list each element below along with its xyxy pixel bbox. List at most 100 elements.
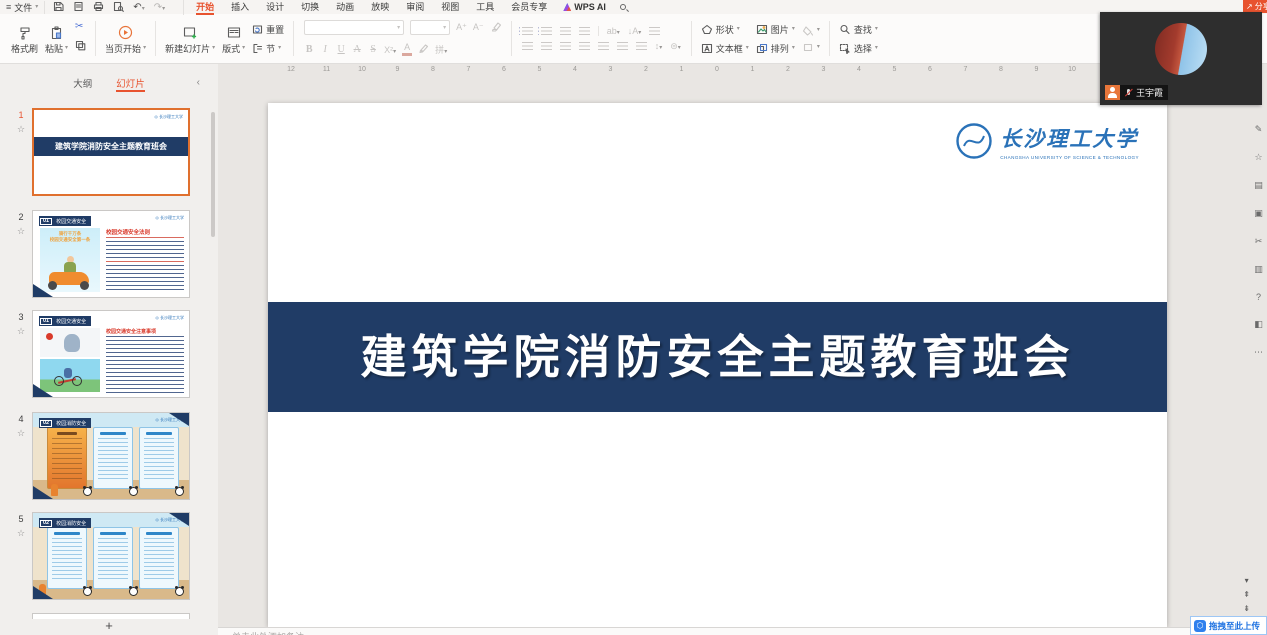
play-from-page-button[interactable]: 当页开始▾ (105, 23, 146, 55)
format-painter-button[interactable]: 格式刷 (11, 23, 38, 55)
align-center-icon[interactable] (541, 42, 552, 50)
tab-home[interactable]: 开始 (196, 0, 214, 15)
tab-design[interactable]: 设计 (266, 0, 284, 15)
font-size-select[interactable] (410, 20, 450, 35)
meeting-video-overlay[interactable]: 王宇霞 (1100, 12, 1262, 105)
menubar: ≡ 文件 ▾ ↶▾ ↷▾ 开始 插入 设计 切换 动画 放映 审阅 视图 工具 … (0, 0, 1267, 14)
tab-animation[interactable]: 动画 (336, 0, 354, 15)
tab-member[interactable]: 会员专享 (511, 0, 547, 15)
paragraph-settings-button[interactable]: ⊜▾ (670, 41, 681, 52)
slide-number: 4 (15, 414, 27, 424)
justify-icon[interactable] (579, 42, 590, 50)
numbered-list-icon[interactable] (541, 27, 552, 35)
layout-button[interactable]: 版式▾ (222, 23, 245, 55)
outdent-icon[interactable] (560, 27, 571, 35)
slide-thumbnail-5[interactable]: 长沙理工大学 02 校园消防安全 (32, 512, 190, 600)
increase-font-button[interactable]: A⁺ (456, 22, 467, 33)
arrange-button[interactable]: 排列▾ (756, 42, 795, 55)
title-banner[interactable]: 建筑学院消防安全主题教育班会 (268, 302, 1167, 412)
pen-panel-icon[interactable]: ✎ (1255, 124, 1263, 135)
animation-star-icon[interactable]: ☆ (15, 326, 27, 337)
phonetic-guide-button[interactable]: 拼▾ (435, 43, 447, 56)
animation-star-icon[interactable]: ☆ (15, 226, 27, 237)
shapes-button[interactable]: 形状▾ (701, 23, 749, 36)
text-direction-button[interactable]: ab▾ (607, 26, 620, 36)
star-panel-icon[interactable]: ☆ (1254, 152, 1262, 163)
export-icon[interactable] (73, 1, 84, 14)
copy-button[interactable] (75, 38, 86, 56)
shape-panel-icon[interactable]: ◧ (1254, 319, 1263, 330)
tab-slideshow[interactable]: 放映 (371, 0, 389, 15)
file-menu-button[interactable]: ≡ 文件 ▾ (6, 1, 44, 14)
list-panel-icon[interactable]: ▥ (1254, 264, 1263, 275)
fill-color-button[interactable]: ▾ (802, 25, 820, 36)
scroll-down-icon[interactable]: ▾ (1245, 576, 1249, 585)
slide-thumbnail-4[interactable]: 长沙理工大学 02 校园消防安全 (32, 412, 190, 500)
tab-review[interactable]: 审阅 (406, 0, 424, 15)
strikethrough-button[interactable]: A (352, 44, 362, 55)
decrease-spacing-icon[interactable] (636, 42, 647, 50)
paste-button[interactable]: 粘贴▾ (45, 23, 68, 55)
vertical-text-button[interactable]: ↓A▾ (628, 26, 642, 36)
animation-star-icon[interactable]: ☆ (15, 124, 27, 135)
upload-dropzone-button[interactable]: ⬡ 拖拽至此上传 (1190, 616, 1267, 635)
align-right-icon[interactable] (560, 42, 571, 50)
save-icon[interactable] (53, 1, 64, 14)
slide-thumbnail-2[interactable]: 长沙理工大学 01 校园交通安全 骑行千万条 校园交通安全第一条 校园交通安全法… (32, 210, 190, 298)
italic-button[interactable]: I (320, 44, 330, 55)
line-spacing-button[interactable]: ↕▾ (655, 41, 663, 51)
distribute-icon[interactable] (598, 42, 609, 50)
tab-tools[interactable]: 工具 (476, 0, 494, 15)
underline-button[interactable]: U (336, 44, 346, 55)
tab-insert[interactable]: 插入 (231, 0, 249, 15)
slide-thumbnail-3[interactable]: 长沙理工大学 01 校园交通安全 校园交通安全注意事项 (32, 310, 190, 398)
reset-button[interactable]: 重置 (252, 23, 284, 36)
textbox-button[interactable]: 文本框▾ (701, 42, 749, 55)
section-button[interactable]: 节▾ (252, 42, 284, 55)
more-panel-icon[interactable]: ⋯ (1254, 347, 1263, 358)
bold-button[interactable]: B (304, 44, 314, 55)
align-left-icon[interactable] (522, 42, 533, 50)
sidebar-scrollbar[interactable] (211, 112, 215, 237)
slide-canvas[interactable]: 长沙理工大学 CHANGSHA UNIVERSITY OF SCIENCE & … (268, 103, 1167, 627)
clear-format-icon[interactable] (490, 19, 501, 37)
cut-button[interactable]: ✂ (75, 22, 86, 32)
notes-pane[interactable]: 单击此处添加备注 (218, 627, 1190, 635)
decrease-font-button[interactable]: A⁻ (473, 22, 484, 33)
slide-thumbnail-1[interactable]: 长沙理工大学 建筑学院消防安全主题教育班会 (32, 108, 190, 196)
redo-button[interactable]: ↷▾ (154, 2, 165, 13)
increase-spacing-icon[interactable] (617, 42, 628, 50)
outline-color-button[interactable]: ▾ (802, 42, 820, 53)
select-button[interactable]: 选择▾ (839, 42, 878, 55)
print-preview-icon[interactable] (113, 1, 124, 14)
indent-icon[interactable] (579, 27, 590, 35)
help-panel-icon[interactable]: ? (1256, 292, 1261, 302)
picture-button[interactable]: 图片▾ (756, 23, 795, 36)
animation-star-icon[interactable]: ☆ (15, 428, 27, 439)
font-color-button[interactable]: A (402, 43, 412, 56)
layout-panel-icon[interactable]: ▤ (1254, 180, 1263, 191)
highlight-button[interactable] (418, 41, 429, 59)
tab-view[interactable]: 视图 (441, 0, 459, 15)
tab-outline[interactable]: 大纲 (73, 76, 92, 92)
prev-slide-icon[interactable]: ⇞ (1243, 590, 1250, 599)
bullet-list-icon[interactable] (522, 27, 533, 35)
tab-slides[interactable]: 幻灯片 (116, 76, 145, 92)
font-family-select[interactable] (304, 20, 404, 35)
find-button[interactable]: 查找▾ (839, 23, 878, 36)
smartart-convert-icon[interactable] (649, 27, 660, 35)
image-panel-icon[interactable]: ▣ (1254, 208, 1263, 219)
wps-ai-button[interactable]: WPS AI (563, 2, 606, 12)
superscript-button[interactable]: X²▾ (384, 45, 396, 55)
collapse-panel-icon[interactable]: ‹ (197, 77, 200, 88)
shadow-button[interactable]: S (368, 44, 378, 55)
add-slide-button[interactable]: + (0, 618, 218, 634)
new-slide-button[interactable]: 新建幻灯片▾ (165, 23, 215, 55)
cut-panel-icon[interactable]: ✂ (1255, 236, 1263, 247)
print-icon[interactable] (93, 1, 104, 14)
animation-star-icon[interactable]: ☆ (15, 528, 27, 539)
undo-button[interactable]: ↶▾ (133, 2, 144, 13)
next-slide-icon[interactable]: ⇟ (1243, 604, 1250, 613)
tab-transitions[interactable]: 切换 (301, 0, 319, 15)
search-button[interactable] (620, 2, 626, 12)
